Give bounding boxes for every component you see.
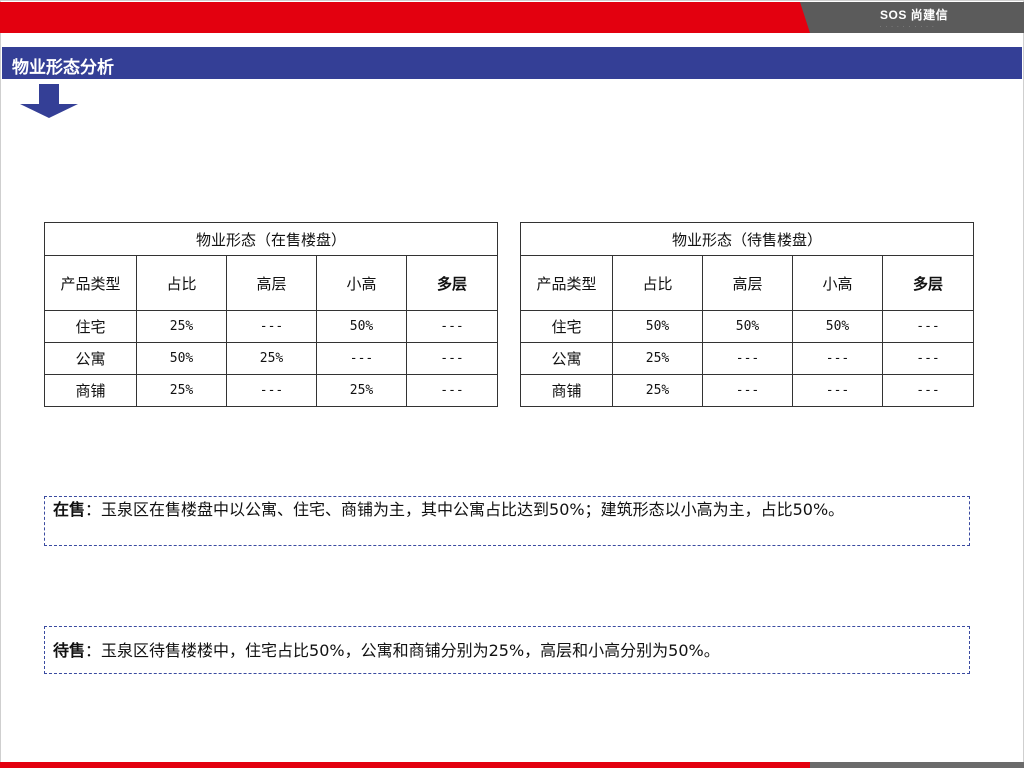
table-cell: --- <box>226 374 317 407</box>
table-cell: 25% <box>612 342 703 375</box>
column-header: 占比 <box>136 255 227 311</box>
table-row: 公寓 25% --- --- --- <box>520 342 974 375</box>
table-cell: --- <box>882 342 974 375</box>
note-on-sale: 在售：玉泉区在售楼盘中以公寓、住宅、商铺为主，其中公寓占比达到50%；建筑形态以… <box>44 496 970 546</box>
table-cell: --- <box>882 310 974 343</box>
table-title: 物业形态（在售楼盘） <box>44 222 498 256</box>
brand-logo-dots: · · · · · · · · · · <box>880 24 936 28</box>
column-header: 占比 <box>612 255 703 311</box>
table-cell: --- <box>406 310 498 343</box>
table-cell: --- <box>316 342 407 375</box>
property-table-on-sale: 物业形态（在售楼盘） 产品类型 占比 高层 小高 多层 住宅 25% --- 5… <box>44 222 498 407</box>
column-header: 高层 <box>702 255 793 311</box>
footer-red-band <box>0 762 810 768</box>
note-label: 待售 <box>53 641 86 660</box>
table-cell: 25% <box>226 342 317 375</box>
table-cell: 50% <box>792 310 883 343</box>
row-label: 住宅 <box>520 310 613 343</box>
table-cell: 25% <box>612 374 703 407</box>
table-row: 公寓 50% 25% --- --- <box>44 342 498 375</box>
column-header: 多层 <box>882 255 974 311</box>
table-row: 住宅 25% --- 50% --- <box>44 310 498 343</box>
table-cell: 50% <box>612 310 703 343</box>
table-cell: 50% <box>136 342 227 375</box>
table-cell: 25% <box>316 374 407 407</box>
table-cell: 25% <box>136 374 227 407</box>
table-cell: --- <box>226 310 317 343</box>
table-cell: --- <box>406 374 498 407</box>
row-label: 商铺 <box>520 374 613 407</box>
column-header: 小高 <box>316 255 407 311</box>
title-bar: 物业形态分析 <box>2 47 1022 79</box>
header-notch <box>800 2 810 33</box>
row-label: 商铺 <box>44 374 137 407</box>
row-label: 公寓 <box>520 342 613 375</box>
table-cell: 50% <box>702 310 793 343</box>
row-label: 公寓 <box>44 342 137 375</box>
column-header: 多层 <box>406 255 498 311</box>
header-red-band <box>0 2 810 33</box>
table-cell: --- <box>882 374 974 407</box>
page-title: 物业形态分析 <box>12 58 114 78</box>
column-header: 产品类型 <box>520 255 613 311</box>
note-label: 在售 <box>53 500 86 519</box>
property-table-pending-sale: 物业形态（待售楼盘） 产品类型 占比 高层 小高 多层 住宅 50% 50% 5… <box>520 222 974 407</box>
table-cell: --- <box>792 374 883 407</box>
brand-logo-text: SOS 尚建信 <box>880 8 949 22</box>
table-row: 商铺 25% --- 25% --- <box>44 374 498 407</box>
table-row: 住宅 50% 50% 50% --- <box>520 310 974 343</box>
table-cell: --- <box>406 342 498 375</box>
table-title: 物业形态（待售楼盘） <box>520 222 974 256</box>
table-cell: 50% <box>316 310 407 343</box>
down-arrow-icon <box>20 84 78 118</box>
note-text: ：玉泉区待售楼楼中，住宅占比50%，公寓和商铺分别为25%，高层和小高分别为50… <box>85 641 720 660</box>
row-label: 住宅 <box>44 310 137 343</box>
column-header: 产品类型 <box>44 255 137 311</box>
note-pending-sale: 待售：玉泉区待售楼楼中，住宅占比50%，公寓和商铺分别为25%，高层和小高分别为… <box>44 626 970 674</box>
table-cell: --- <box>792 342 883 375</box>
column-header: 高层 <box>226 255 317 311</box>
table-row: 商铺 25% --- --- --- <box>520 374 974 407</box>
column-header: 小高 <box>792 255 883 311</box>
footer-gray-band <box>810 762 1024 768</box>
table-cell: 25% <box>136 310 227 343</box>
brand-logo: SOS 尚建信 · · · · · · · · · · <box>880 6 949 28</box>
table-cell: --- <box>702 374 793 407</box>
table-cell: --- <box>702 342 793 375</box>
note-text: ：玉泉区在售楼盘中以公寓、住宅、商铺为主，其中公寓占比达到50%；建筑形态以小高… <box>85 500 845 519</box>
